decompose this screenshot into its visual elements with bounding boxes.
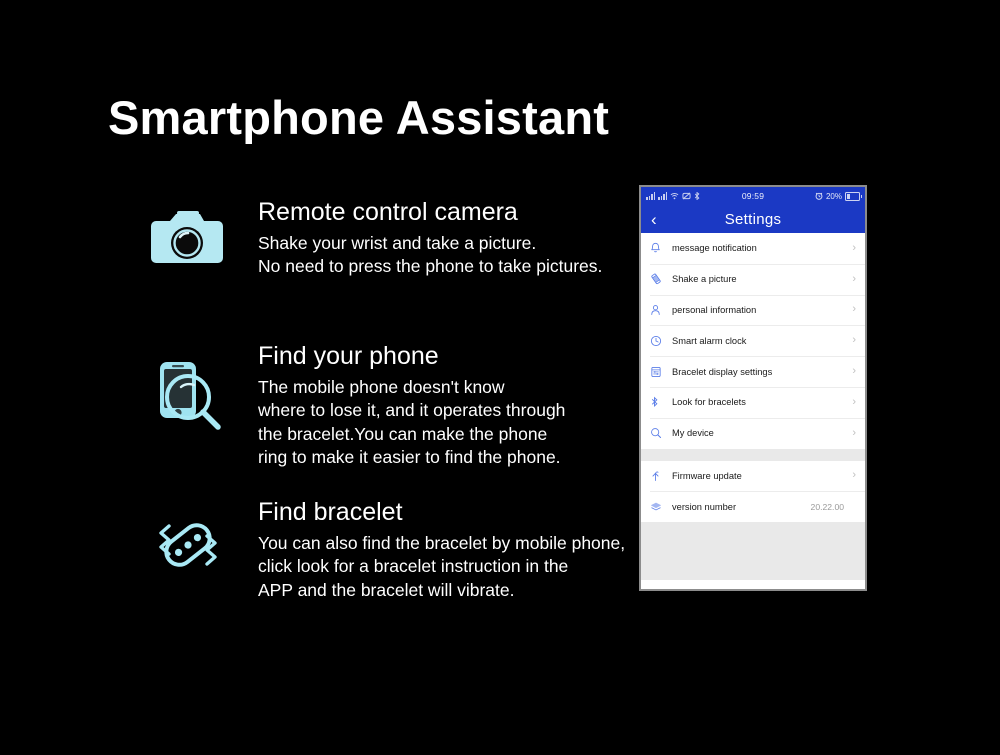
feature-heading: Find bracelet <box>258 498 403 526</box>
alarm-clock-icon <box>815 192 823 200</box>
battery-icon <box>845 191 862 201</box>
settings-row-smart-alarm-clock[interactable]: Smart alarm clock › <box>641 325 865 357</box>
camera-icon <box>140 198 236 274</box>
settings-row-look-for-bracelets[interactable]: Look for bracelets › <box>641 386 865 418</box>
settings-row-version-number[interactable]: version number 20.22.00 <box>641 491 865 523</box>
phone-home-strip <box>641 580 865 589</box>
feature-block-find-your-phone: Find your phone The mobile phone doesn't… <box>140 342 565 469</box>
status-bar-right-icons: 20% <box>815 191 862 201</box>
chevron-right-icon: › <box>852 365 856 378</box>
settings-row-firmware-update[interactable]: Firmware update › <box>641 460 865 492</box>
feature-heading: Find your phone <box>258 342 439 370</box>
chevron-right-icon: › <box>852 241 856 254</box>
feature-body: The mobile phone doesn't know where to l… <box>258 377 566 467</box>
search-icon <box>650 425 672 441</box>
bluetooth-icon <box>650 394 672 410</box>
page-title: Smartphone Assistant <box>108 91 610 144</box>
feature-block-remote-control-camera: Remote control camera Shake your wrist a… <box>140 198 602 279</box>
chevron-right-icon: › <box>852 395 856 408</box>
settings-row-label: My device <box>672 428 714 439</box>
feature-text-group: Remote control camera Shake your wrist a… <box>236 198 602 279</box>
chevron-right-icon: › <box>852 426 856 439</box>
chevron-right-icon: › <box>852 272 856 285</box>
feature-body: You can also find the bracelet by mobile… <box>258 533 626 600</box>
settings-list-scroll[interactable]: message notification › Shake a picture ›… <box>641 233 865 580</box>
display-settings-icon <box>650 364 672 380</box>
chevron-right-icon: › <box>852 469 856 482</box>
clock-icon <box>650 333 672 349</box>
settings-row-label: Smart alarm clock <box>672 335 747 346</box>
phone-nav-title: Settings <box>724 210 782 228</box>
layers-icon <box>650 499 672 515</box>
feature-text-group: Find bracelet You can also find the brac… <box>236 498 625 602</box>
settings-row-label: Bracelet display settings <box>672 366 773 377</box>
feature-heading: Remote control camera <box>258 198 518 226</box>
settings-group-divider <box>641 448 865 461</box>
settings-row-message-notification[interactable]: message notification › <box>641 233 865 264</box>
chevron-left-icon[interactable]: ‹ <box>651 211 657 228</box>
chevron-right-icon: › <box>852 334 856 347</box>
phone-screenshot-mock: 09:59 20% ‹ Settings message notificatio… <box>639 185 867 591</box>
settings-row-value: 20.22.00 <box>810 501 844 512</box>
person-icon <box>650 302 672 318</box>
settings-row-label: Shake a picture <box>672 274 737 285</box>
settings-row-label: Look for bracelets <box>672 397 746 408</box>
phone-nav-bar: ‹ Settings <box>641 205 865 233</box>
upload-arrow-icon <box>650 468 672 484</box>
shake-phone-icon <box>650 271 672 287</box>
battery-percent-label: 20% <box>825 191 842 201</box>
settings-row-label: message notification <box>672 243 757 254</box>
settings-row-label: Firmware update <box>672 470 742 481</box>
bell-icon <box>650 240 672 256</box>
bracelet-vibrate-icon <box>140 498 236 582</box>
settings-row-label: version number <box>672 501 737 512</box>
feature-body: Shake your wrist and take a picture. No … <box>258 233 603 277</box>
settings-row-personal-information[interactable]: personal information › <box>641 294 865 326</box>
settings-group-system: Firmware update › version number 20.22.0… <box>641 460 865 523</box>
settings-group-primary: message notification › Shake a picture ›… <box>641 233 865 449</box>
status-bar: 09:59 20% <box>641 187 865 205</box>
settings-row-bracelet-display-settings[interactable]: Bracelet display settings › <box>641 356 865 387</box>
feature-text-group: Find your phone The mobile phone doesn't… <box>236 342 565 469</box>
feature-block-find-bracelet: Find bracelet You can also find the brac… <box>140 498 625 602</box>
settings-row-shake-a-picture[interactable]: Shake a picture › <box>641 263 865 295</box>
chevron-right-icon: › <box>852 303 856 316</box>
find-phone-magnifier-icon <box>140 342 236 434</box>
settings-row-label: personal information <box>672 304 757 315</box>
settings-row-my-device[interactable]: My device › <box>641 417 865 449</box>
